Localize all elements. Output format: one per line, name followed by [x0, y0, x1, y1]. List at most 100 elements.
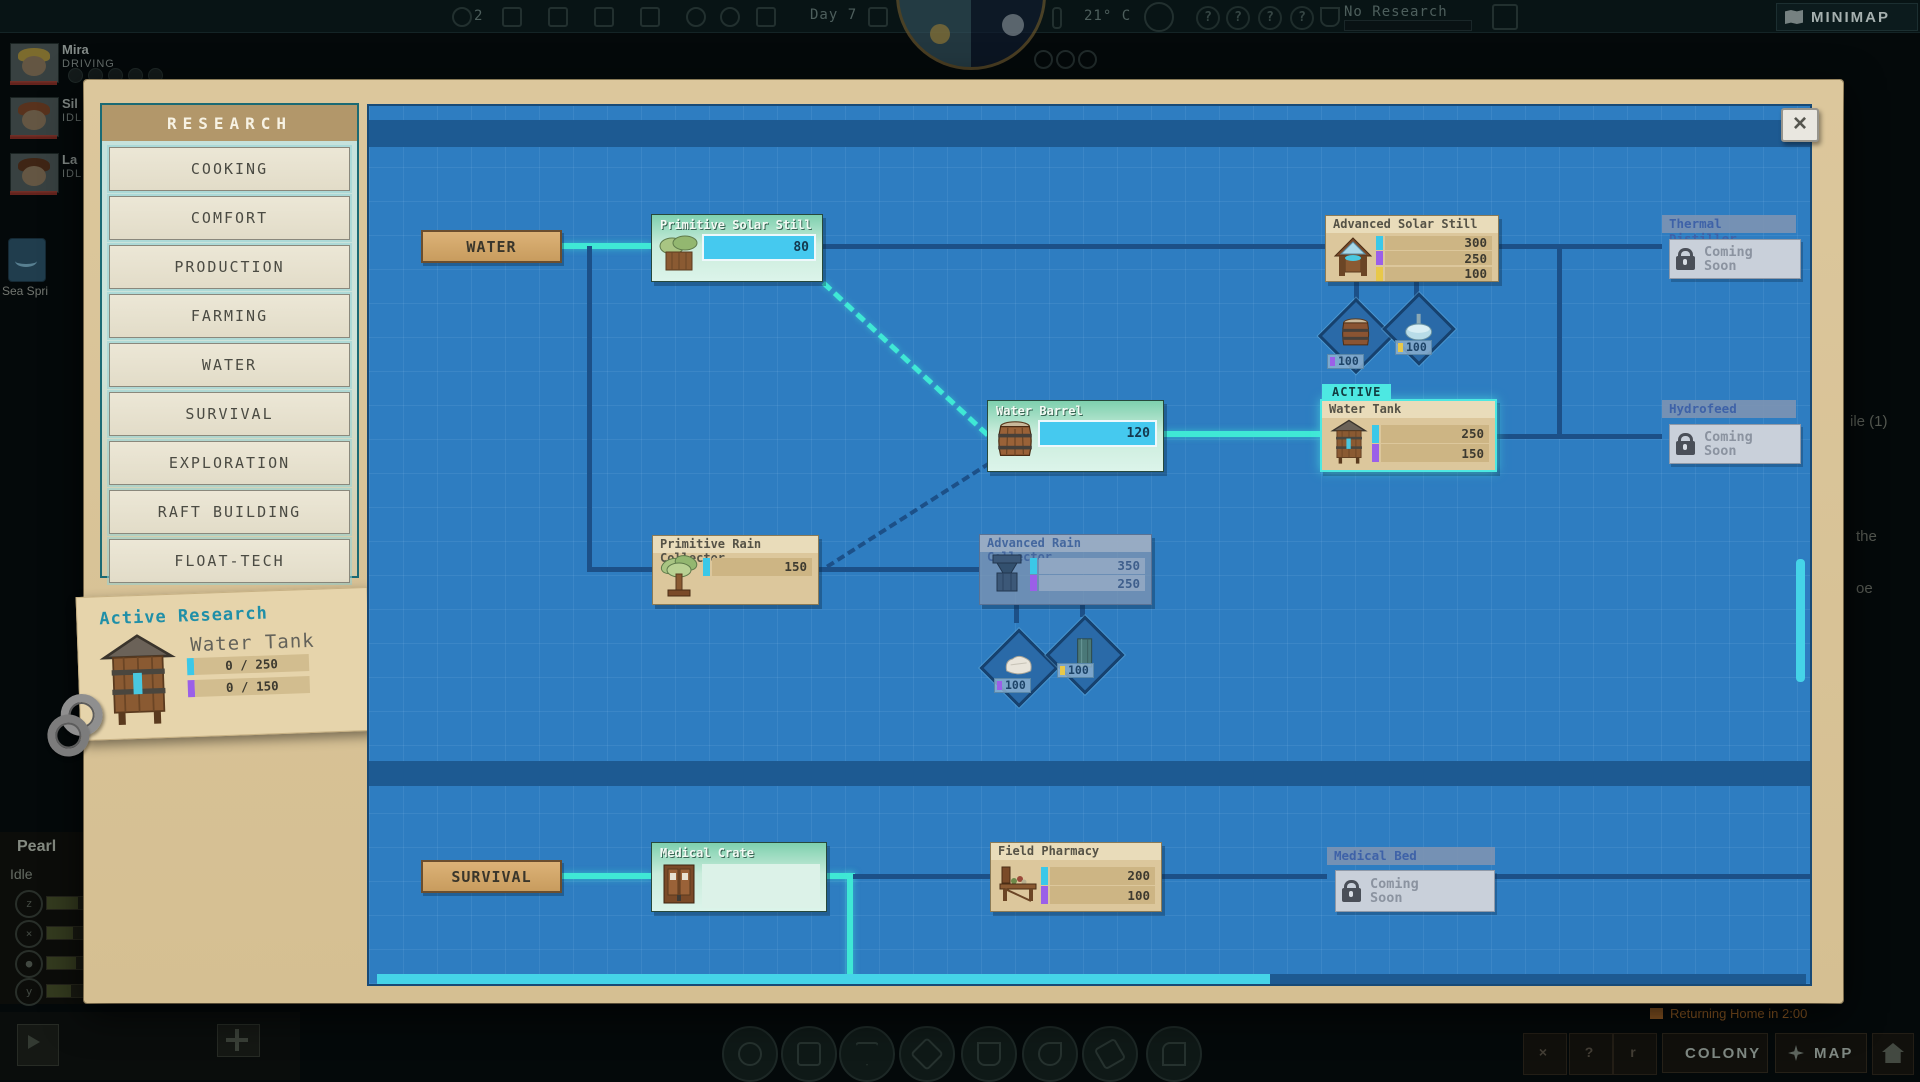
farming-build-button[interactable]: [1082, 1026, 1138, 1082]
research-point-chip: [1041, 886, 1048, 904]
minimap-button[interactable]: MINIMAP: [1776, 3, 1918, 31]
node-field-pharmacy[interactable]: Field Pharmacy 200 100: [990, 842, 1162, 912]
research-point-chip: [1041, 867, 1048, 885]
node-water-tank[interactable]: ACTIVE Water Tank 250 150: [1320, 399, 1497, 472]
horizontal-scrollbar-track[interactable]: [377, 974, 1806, 985]
water-drop-icon[interactable]: [720, 7, 740, 27]
journal-icon[interactable]: [1492, 4, 1518, 30]
raft-icon: [797, 1042, 821, 1066]
crew-portrait-mira[interactable]: [10, 43, 59, 83]
research-tree-canvas[interactable]: WATER SURVIVAL Primitive Solar Still 80: [367, 104, 1812, 986]
play-button[interactable]: [1056, 50, 1075, 69]
resource-chip: [997, 681, 1002, 690]
crew-portrait-silas[interactable]: [10, 97, 59, 137]
category-farming[interactable]: FARMING: [109, 294, 350, 338]
production-icon[interactable]: [548, 7, 568, 27]
unknown-forecast-icon: ?: [1226, 6, 1250, 30]
node-medical-bed[interactable]: Coming Soon: [1335, 870, 1495, 912]
map-button[interactable]: MAP: [1775, 1033, 1867, 1073]
category-cooking[interactable]: COOKING: [109, 147, 350, 191]
demolish-tool-button[interactable]: [217, 1024, 260, 1057]
crew-name: Mira: [62, 42, 89, 57]
health-icon[interactable]: [686, 7, 706, 27]
water-build-button[interactable]: [1022, 1026, 1078, 1082]
cooking-build-button[interactable]: [961, 1026, 1017, 1082]
node-primitive-solar-still[interactable]: Primitive Solar Still 80: [651, 214, 823, 282]
colony-button[interactable]: COLONY: [1662, 1033, 1768, 1073]
research-status-label: No Research: [1344, 4, 1448, 20]
resource-pile-icon[interactable]: [756, 7, 776, 27]
crew-status: IDL: [62, 168, 82, 180]
cost-value: 100: [1050, 886, 1155, 904]
production-build-button[interactable]: [839, 1026, 895, 1082]
cost-value: 300: [1385, 236, 1492, 250]
resource-chip: [1330, 357, 1335, 366]
progress-value: 0 / 250: [194, 654, 310, 675]
vehicle-tile[interactable]: [8, 238, 46, 282]
node-hydrofeed-title: Hydrofeed: [1662, 400, 1796, 418]
craft-icon[interactable]: [594, 7, 614, 27]
category-comfort[interactable]: COMFORT: [109, 196, 350, 240]
crafting-build-button[interactable]: [899, 1026, 955, 1082]
category-exploration[interactable]: EXPLORATION: [109, 441, 350, 485]
fast-forward-button[interactable]: [1078, 50, 1097, 69]
node-thermal-distiller-title: Thermal Distiller: [1662, 215, 1796, 233]
cooking-pot-icon[interactable]: [640, 7, 660, 27]
crew-portrait-third[interactable]: [10, 153, 59, 193]
close-button[interactable]: ×: [1781, 108, 1819, 142]
active-research-progress-row: 0 / 250: [187, 654, 310, 675]
link-stub: [1014, 605, 1019, 623]
research-window: RESEARCH COOKING COMFORT PRODUCTION FARM…: [84, 80, 1843, 1003]
category-float-tech[interactable]: FLOAT-TECH: [109, 539, 350, 583]
row-label-water: WATER: [421, 230, 562, 263]
link-advsolar-thermal: [1499, 244, 1662, 249]
sleep-need-icon: z: [15, 890, 43, 918]
home-button[interactable]: [1872, 1033, 1914, 1075]
pause-button[interactable]: [1034, 50, 1053, 69]
node-advanced-solar-still[interactable]: Advanced Solar Still 300 250 100: [1325, 215, 1499, 282]
category-production[interactable]: PRODUCTION: [109, 245, 350, 289]
node-thermal-distiller[interactable]: Coming Soon: [1669, 239, 1801, 279]
cost-value: 350: [1039, 558, 1145, 574]
research-title: RESEARCH: [102, 105, 357, 141]
node-water-barrel[interactable]: Water Barrel 120: [987, 400, 1164, 472]
research-sidebar: RESEARCH COOKING COMFORT PRODUCTION FARM…: [100, 103, 359, 578]
node-title: Medical Crate: [652, 843, 826, 861]
medical-crate-icon: [656, 862, 702, 908]
category-water[interactable]: WATER: [109, 343, 350, 387]
node-advanced-rain-collector[interactable]: Advanced Rain Collector 350 250: [979, 534, 1152, 605]
coming-soon-label: Coming Soon: [1704, 430, 1766, 458]
vertical-scrollbar[interactable]: [1796, 559, 1805, 682]
coming-soon-label: Coming Soon: [1704, 245, 1766, 273]
morale-need-icon: y: [15, 978, 43, 1006]
sun-icon: [930, 24, 950, 44]
coming-soon-label: Coming Soon: [1370, 877, 1432, 905]
category-survival[interactable]: SURVIVAL: [109, 392, 350, 436]
research-progress-bar: [1344, 20, 1472, 31]
floattech-badge-button[interactable]: [722, 1026, 778, 1082]
node-hydrofeed[interactable]: Coming Soon: [1669, 424, 1801, 464]
flag-tool-button[interactable]: [17, 1024, 59, 1066]
node-primitive-rain-collector[interactable]: Primitive Rain Collector 150: [652, 535, 819, 605]
calendar-icon[interactable]: [868, 7, 888, 27]
horizontal-scrollbar-thumb[interactable]: [377, 974, 1270, 985]
water-tank-icon: [1326, 419, 1372, 465]
inspect-overlay-button[interactable]: ?: [1569, 1033, 1613, 1075]
cost-value: 250: [1381, 425, 1489, 443]
research-point-chip: [1376, 236, 1383, 250]
progress-value: 0 / 150: [195, 676, 311, 697]
crew-health-bar: [10, 191, 57, 195]
raft-icon[interactable]: [502, 7, 522, 27]
node-medical-crate[interactable]: Medical Crate: [651, 842, 827, 912]
category-raft-building[interactable]: RAFT BUILDING: [109, 490, 350, 534]
resource-diamond-fabric-roll: [1045, 615, 1124, 694]
repair-overlay-button[interactable]: r: [1613, 1033, 1657, 1075]
crew-status: DRIVING: [62, 58, 115, 70]
link-crate-pharmacy: [853, 874, 990, 879]
research-build-button[interactable]: [1146, 1026, 1202, 1082]
needs-overlay-button[interactable]: ×: [1523, 1033, 1567, 1075]
resource-cost-label: 100: [994, 678, 1031, 693]
raft-build-button[interactable]: [781, 1026, 837, 1082]
research-point-chip: [1030, 558, 1037, 574]
section-band: [369, 120, 1812, 147]
